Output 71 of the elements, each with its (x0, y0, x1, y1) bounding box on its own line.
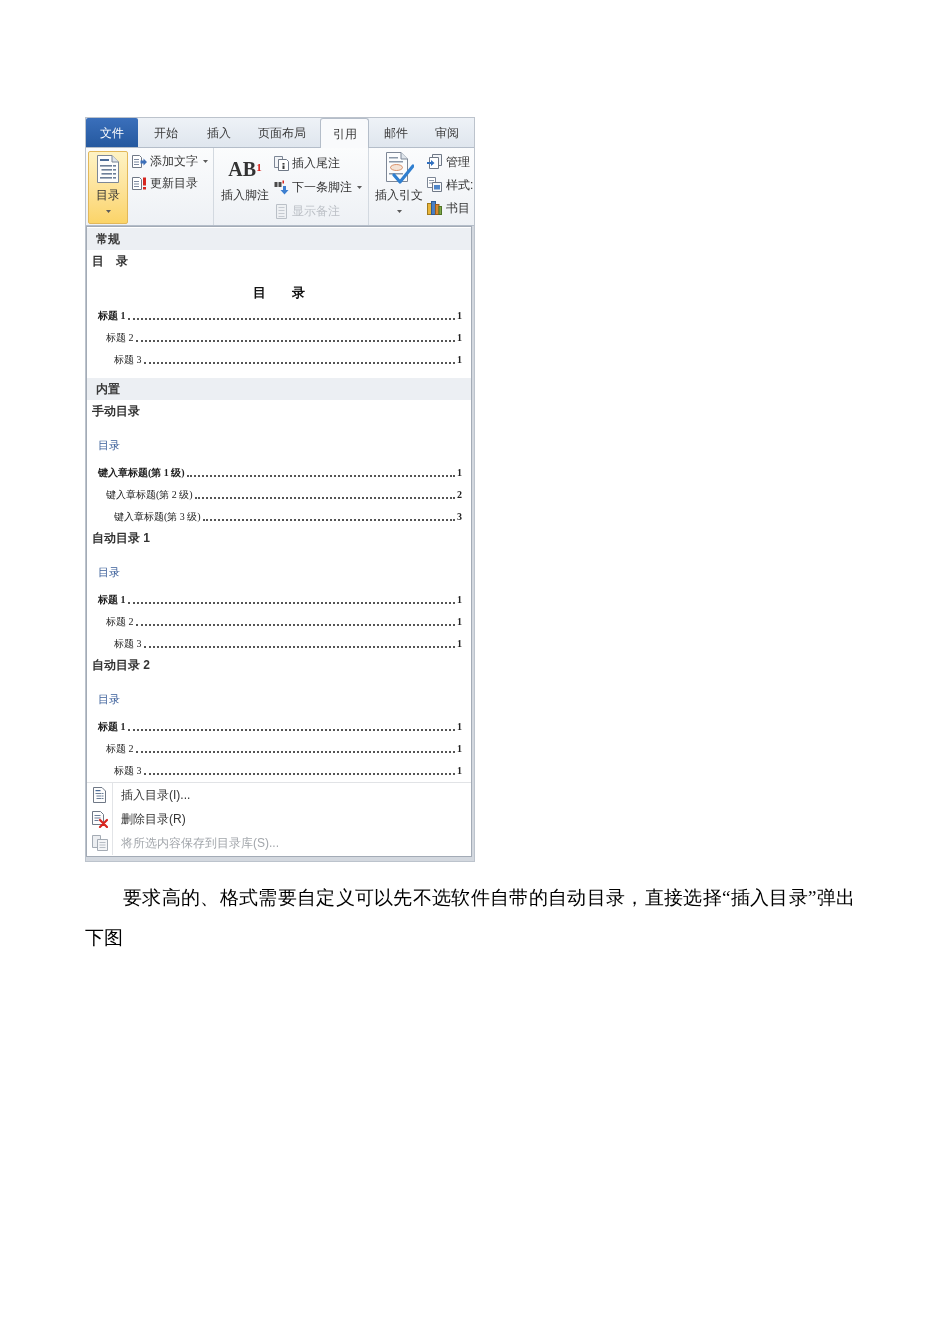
toc-entry-page-number: 1 (457, 595, 462, 605)
toc-entry-page-number: 2 (457, 490, 462, 500)
gallery-item-label[interactable]: 目 录 (92, 252, 128, 270)
ribbon-button[interactable]: 样式: (427, 173, 474, 196)
gallery-section-header: 内置 (87, 378, 471, 400)
gallery-item-label[interactable]: 自动目录 2 (92, 656, 150, 674)
toc-entry-page-number: 1 (457, 744, 462, 754)
ribbon-button[interactable]: 下一条脚注 (274, 175, 362, 199)
toc-entry-title: 标题 1 (98, 722, 126, 732)
ribbon-large-button[interactable]: 插入引文 (372, 151, 426, 224)
document-exclamation-icon (132, 175, 147, 191)
footnote-symbol: AB$^{1}$ (228, 159, 262, 179)
toc-entry-title: 键入章标题(第 3 级) (114, 512, 201, 522)
document-check-icon (384, 152, 414, 186)
ribbon-button[interactable]: 管理 (427, 150, 474, 173)
documents-icon (91, 835, 108, 851)
documents-icon (427, 177, 442, 192)
toc-document-icon (97, 155, 119, 183)
toc-entry-page-number: 1 (457, 617, 462, 627)
file-tab[interactable]: 文件 (86, 118, 138, 147)
document-x-icon (91, 810, 108, 828)
toc-entry-page-number: 1 (457, 766, 462, 776)
document-lines-icon (93, 787, 106, 803)
toc-entry-title: 标题 3 (114, 355, 142, 365)
caret-icon (203, 159, 208, 163)
ribbon-button[interactable]: 更新目录 (132, 172, 208, 194)
toc-preview-heading: 目录 (98, 691, 120, 707)
footnote-arrow-icon (274, 179, 289, 195)
toc-entry-title: 标题 2 (106, 744, 134, 754)
gallery-item-label[interactable]: 手动目录 (92, 402, 140, 420)
toc-entry-title: 标题 3 (114, 766, 142, 776)
gallery-item-label[interactable]: 自动目录 1 (92, 529, 150, 547)
ribbon-tab[interactable]: 引用 (320, 118, 369, 148)
toc-preview-heading: 目录 (98, 437, 120, 453)
ribbon-tab[interactable]: 邮件 (370, 118, 422, 147)
ribbon-tab[interactable]: 插入 (194, 118, 244, 147)
toc-entry-page-number: 1 (457, 333, 462, 343)
toc-entry-title: 键入章标题(第 2 级) (106, 490, 193, 500)
toc-entry-page-number: 1 (457, 722, 462, 732)
toc-entry-title: 标题 1 (98, 311, 126, 321)
toc-preview-heading: 目 录 (253, 284, 305, 303)
caret-icon (105, 209, 111, 213)
toc-preview-heading: 目录 (98, 564, 120, 580)
gallery-section-header: 常规 (87, 228, 471, 250)
body-paragraph: 要求高的、格式需要自定义可以先不选软件自带的自动目录，直接选择“插入目录”弹出下图 (85, 886, 855, 950)
ribbon-button[interactable]: 书目 (427, 196, 474, 219)
ribbon-button[interactable]: 插入尾注 (274, 151, 362, 175)
toc-entry-title: 标题 2 (106, 617, 134, 627)
caret-icon (357, 185, 362, 189)
menu-item[interactable]: 删除目录(R) (113, 807, 186, 831)
ribbon-button[interactable]: 添加文字 (132, 150, 208, 172)
toc-entry-title: 键入章标题(第 1 级) (98, 468, 185, 478)
ribbon-tab[interactable]: 页面布局 (244, 118, 319, 147)
caret-icon (396, 209, 402, 213)
books-icon (427, 200, 442, 215)
toc-entry-page-number: 1 (457, 355, 462, 365)
ribbon-large-button[interactable]: AB$^{1}$ 插入脚注 (218, 151, 272, 224)
ribbon-tab[interactable]: 审阅 (422, 118, 472, 147)
ribbon-large-button[interactable]: 目录 (88, 151, 128, 224)
toc-entry-title: 标题 2 (106, 333, 134, 343)
toc-entry-page-number: 1 (457, 468, 462, 478)
document-arrow-icon (132, 153, 147, 169)
documents-icon (274, 155, 289, 171)
menu-item[interactable]: 插入目录(I)... (113, 783, 191, 807)
toc-entry-title: 标题 3 (114, 639, 142, 649)
document-icon (274, 203, 289, 219)
toc-entry-title: 标题 1 (98, 595, 126, 605)
toc-entry-page-number: 1 (457, 639, 462, 649)
toc-entry-page-number: 3 (457, 512, 462, 522)
ribbon-tab[interactable]: 开始 (138, 118, 194, 147)
toc-entry-page-number: 1 (457, 311, 462, 321)
